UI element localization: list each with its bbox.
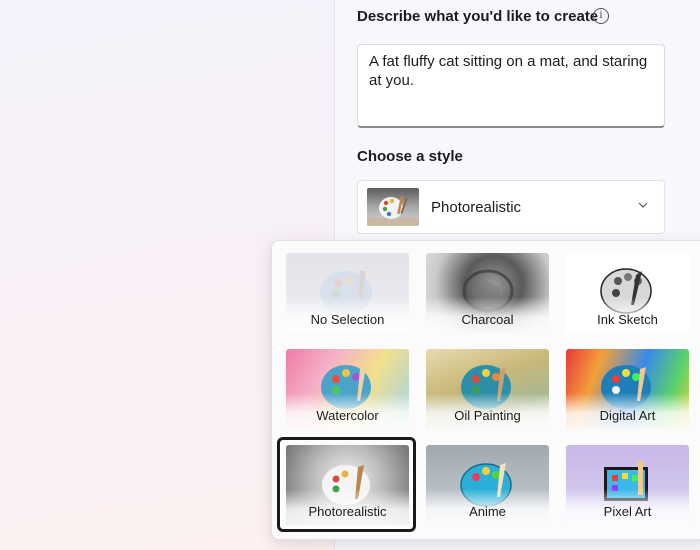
- style-tile-label: Watercolor: [316, 408, 379, 423]
- selected-style-text: Photorealistic: [431, 199, 522, 216]
- selected-style-thumbnail: [367, 188, 419, 226]
- style-dropdown[interactable]: Photorealistic: [357, 180, 665, 234]
- prompt-textarea[interactable]: A fat fluffy cat sitting on a mat, and s…: [357, 44, 665, 128]
- style-tile-charcoal[interactable]: Charcoal: [426, 253, 549, 333]
- palette-icon: [367, 195, 419, 226]
- style-tile-digital-art[interactable]: Digital Art: [566, 349, 689, 429]
- info-icon[interactable]: i: [593, 8, 609, 24]
- style-tile-pixel-art[interactable]: Pixel Art: [566, 445, 689, 525]
- chevron-down-icon: [638, 202, 648, 208]
- style-tile-label: No Selection: [310, 312, 385, 327]
- style-tile-label: Pixel Art: [603, 504, 652, 519]
- style-tile-label: Anime: [469, 504, 506, 519]
- prompt-label: Describe what you'd like to create: [357, 8, 599, 25]
- style-tile-ink-sketch[interactable]: Ink Sketch: [566, 253, 689, 333]
- style-tile-watercolor[interactable]: Watercolor: [286, 349, 409, 429]
- style-tile-label: Charcoal: [461, 312, 514, 327]
- style-tile-label: Oil Painting: [454, 408, 521, 423]
- style-label: Choose a style: [357, 148, 463, 165]
- style-tile-label: Digital Art: [599, 408, 656, 423]
- style-tile-anime[interactable]: Anime: [426, 445, 549, 525]
- style-tile-oil-painting[interactable]: Oil Painting: [426, 349, 549, 429]
- style-tile-label: Ink Sketch: [597, 312, 658, 327]
- style-tile-no-selection[interactable]: No Selection: [286, 253, 409, 333]
- selection-inner-ring: [280, 440, 413, 529]
